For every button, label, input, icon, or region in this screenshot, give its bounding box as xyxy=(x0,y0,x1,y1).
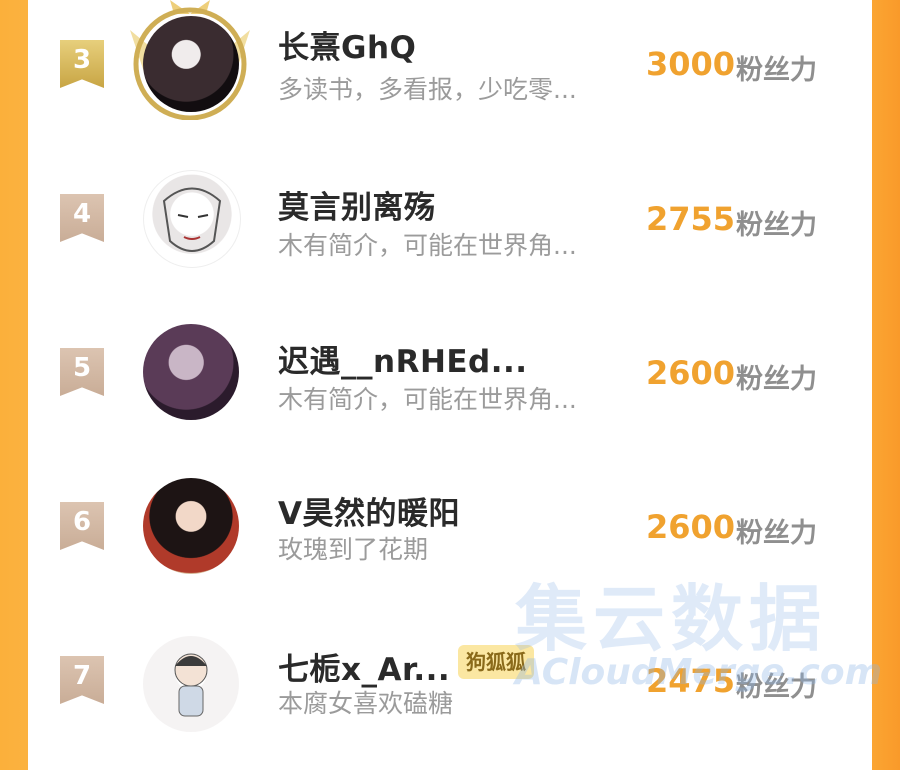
score-unit: 粉丝力 xyxy=(736,364,817,395)
user-name[interactable]: V昊然的暖阳 xyxy=(278,488,460,533)
score-unit: 粉丝力 xyxy=(736,672,817,703)
ranking-row[interactable]: 5 迟遇__nRHEd... 木有简介，可能在世界角... 2600 粉丝力 xyxy=(28,308,872,462)
ranking-row[interactable]: 3 长熹GhQ 多读书，多看报，少吃零... 3000 粉丝力 xyxy=(28,0,872,154)
fan-score: 3000 xyxy=(646,45,736,83)
avatar[interactable] xyxy=(143,170,241,268)
rank-badge: 6 xyxy=(60,502,104,550)
avatar[interactable] xyxy=(143,324,239,420)
score-unit: 粉丝力 xyxy=(736,210,817,241)
avatar[interactable] xyxy=(143,636,239,732)
ranking-row[interactable]: 4 莫言别离殇 木有简介，可能在世界角... 2755 粉丝力 xyxy=(28,154,872,308)
user-bio: 木有简介，可能在世界角... xyxy=(278,231,577,260)
fan-score: 2600 xyxy=(646,354,736,392)
avatar[interactable] xyxy=(143,16,239,112)
sketch-face-icon xyxy=(162,187,222,252)
chibi-figure-icon xyxy=(174,653,208,717)
rank-badge: 5 xyxy=(60,348,104,396)
user-bio: 本腐女喜欢磕糖 xyxy=(278,689,454,718)
fan-score: 2600 xyxy=(646,508,736,546)
fan-score: 2755 xyxy=(646,200,736,238)
score-unit: 粉丝力 xyxy=(736,55,817,86)
user-bio: 多读书，多看报，少吃零... xyxy=(278,75,577,104)
user-name[interactable]: 莫言别离殇 xyxy=(278,182,436,227)
avatar[interactable] xyxy=(143,478,239,574)
fan-group-badge: 狗狐狐 xyxy=(458,645,534,679)
fan-ranking-list: 3 长熹GhQ 多读书，多看报，少吃零... 3000 粉丝力 4 莫言别离殇 … xyxy=(28,0,872,732)
user-bio: 玫瑰到了花期 xyxy=(278,535,429,564)
user-bio: 木有简介，可能在世界角... xyxy=(278,385,577,414)
user-name[interactable]: 长熹GhQ xyxy=(278,22,416,67)
ranking-row[interactable]: 6 V昊然的暖阳 玫瑰到了花期 2600 粉丝力 xyxy=(28,462,872,616)
user-name[interactable]: 迟遇__nRHEd... xyxy=(278,336,528,381)
rank-badge: 3 xyxy=(60,40,104,88)
ranking-row[interactable]: 7 七栀x_Ar... 本腐女喜欢磕糖 2475 粉丝力 xyxy=(28,616,872,770)
rank-badge: 4 xyxy=(60,194,104,242)
score-unit: 粉丝力 xyxy=(736,518,817,549)
rank-badge: 7 xyxy=(60,656,104,704)
fan-score: 2475 xyxy=(646,662,736,700)
user-name[interactable]: 七栀x_Ar... xyxy=(278,644,450,689)
